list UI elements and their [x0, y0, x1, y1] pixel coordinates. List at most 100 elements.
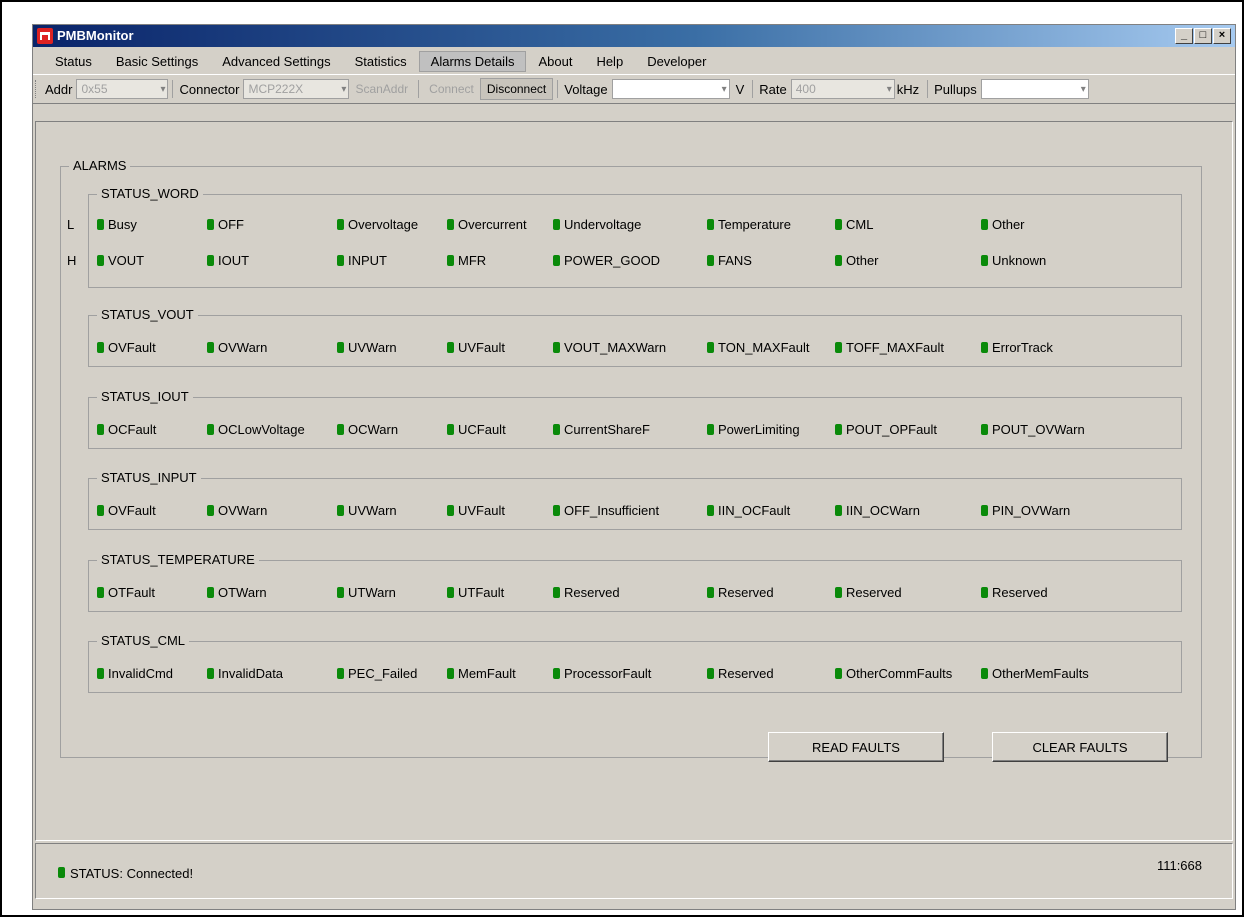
status-group-0: STATUS_WORD L Busy OFF Overvoltage Overcurren…: [67, 186, 1182, 288]
alarm-indicator: OTFault: [97, 585, 155, 600]
alarm-led-icon: [553, 255, 560, 266]
alarm-led-icon: [447, 505, 454, 516]
window-controls: _ □ ×: [1174, 28, 1231, 44]
alarm-label: PowerLimiting: [718, 422, 800, 437]
menu-about[interactable]: About: [526, 51, 584, 72]
alarm-led-icon: [553, 505, 560, 516]
alarm-led-icon: [835, 424, 842, 435]
alarm-indicator: POWER_GOOD: [553, 253, 660, 268]
alarm-indicator: CML: [835, 217, 873, 232]
alarm-indicator: Reserved: [835, 585, 902, 600]
alarm-label: OVFault: [108, 503, 156, 518]
alarm-indicator: OtherCommFaults: [835, 666, 952, 681]
menu-status[interactable]: Status: [43, 51, 104, 72]
connector-combo[interactable]: MCP222X ▾: [243, 79, 350, 99]
alarm-indicator: UVWarn: [337, 503, 397, 518]
menu-bar: Status Basic Settings Advanced Settings …: [33, 49, 1235, 73]
scan-addr-button[interactable]: ScanAddr: [349, 78, 414, 100]
alarms-title: ALARMS: [69, 158, 131, 173]
toolbar-separator: [172, 80, 174, 98]
alarm-indicator: Reserved: [707, 585, 774, 600]
alarm-label: UVWarn: [348, 503, 397, 518]
alarm-label: PIN_OVWarn: [992, 503, 1071, 518]
alarm-label: Temperature: [718, 217, 791, 232]
alarm-label: IIN_OCWarn: [846, 503, 920, 518]
addr-combo[interactable]: 0x55 ▾: [76, 79, 169, 99]
alarm-led-icon: [835, 587, 842, 598]
alarm-indicator: POUT_OPFault: [835, 422, 937, 437]
alarm-indicator: Busy: [97, 217, 137, 232]
alarm-label: InvalidCmd: [108, 666, 174, 681]
rate-combo[interactable]: 400 ▾: [790, 79, 895, 99]
alarm-indicator: PEC_Failed: [337, 666, 417, 681]
alarm-indicator: OCFault: [97, 422, 156, 437]
read-faults-button[interactable]: READ FAULTS: [768, 732, 944, 762]
alarm-label: POUT_OVWarn: [992, 422, 1085, 437]
alarm-indicator: OFF: [207, 217, 244, 232]
alarm-label: Reserved: [718, 666, 774, 681]
alarm-indicator: PIN_OVWarn: [981, 503, 1070, 518]
alarm-label: UVFault: [458, 503, 505, 518]
alarm-label: OtherCommFaults: [846, 666, 953, 681]
menu-statistics[interactable]: Statistics: [343, 51, 419, 72]
menu-advanced-settings[interactable]: Advanced Settings: [210, 51, 342, 72]
alarm-label: OVFault: [108, 340, 156, 355]
alarm-label: OCLowVoltage: [218, 422, 305, 437]
close-icon[interactable]: ×: [1213, 28, 1231, 44]
menu-help[interactable]: Help: [584, 51, 635, 72]
alarm-led-icon: [97, 668, 104, 679]
pullups-combo[interactable]: ▾: [980, 79, 1089, 99]
status-group-4: STATUS_TEMPERATURE OTFault OTWarn UTWarn UTF…: [88, 552, 1182, 612]
alarm-label: OTFault: [108, 585, 155, 600]
alarm-led-icon: [553, 668, 560, 679]
alarm-led-icon: [981, 342, 988, 353]
maximize-icon[interactable]: □: [1194, 28, 1212, 44]
alarm-label: OTWarn: [218, 585, 267, 600]
screenshot-frame: PMBMonitor _ □ × Status Basic Settings A…: [0, 0, 1244, 917]
alarm-label: Overcurrent: [458, 217, 527, 232]
alarm-led-icon: [553, 424, 560, 435]
menu-alarms-details[interactable]: Alarms Details: [418, 50, 527, 72]
voltage-combo[interactable]: ▾: [611, 79, 730, 99]
alarm-led-icon: [981, 424, 988, 435]
alarm-led-icon: [707, 505, 714, 516]
alarm-label: ErrorTrack: [992, 340, 1053, 355]
alarm-label: OVWarn: [218, 503, 268, 518]
clear-faults-button[interactable]: CLEAR FAULTS: [992, 732, 1168, 762]
alarm-indicator: OVFault: [97, 503, 156, 518]
alarm-led-icon: [337, 424, 344, 435]
alarm-indicator: Other: [835, 253, 879, 268]
alarm-indicator: InvalidData: [207, 666, 283, 681]
status-group-title: STATUS_WORD: [97, 186, 203, 201]
alarm-label: CurrentShareF: [564, 422, 650, 437]
row-label: L: [67, 217, 75, 232]
alarm-indicator: IOUT: [207, 253, 249, 268]
alarm-indicator: VOUT_MAXWarn: [553, 340, 666, 355]
alarm-label: UVFault: [458, 340, 505, 355]
connector-value: MCP222X: [248, 82, 304, 96]
menu-developer[interactable]: Developer: [635, 51, 718, 72]
minimize-icon[interactable]: _: [1175, 28, 1193, 44]
window-title: PMBMonitor: [57, 28, 134, 43]
alarm-label: ProcessorFault: [564, 666, 652, 681]
alarm-led-icon: [447, 219, 454, 230]
alarm-indicator: ErrorTrack: [981, 340, 1053, 355]
alarm-label: OtherMemFaults: [992, 666, 1089, 681]
alarm-indicator: Undervoltage: [553, 217, 641, 232]
alarm-led-icon: [835, 505, 842, 516]
alarm-indicator: Temperature: [707, 217, 791, 232]
toolbar-separator: [752, 80, 754, 98]
alarm-led-icon: [835, 668, 842, 679]
rate-value: 400: [795, 82, 816, 96]
alarm-label: OCFault: [108, 422, 157, 437]
alarm-indicator: INPUT: [337, 253, 387, 268]
disconnect-button[interactable]: Disconnect: [479, 78, 554, 100]
menu-basic-settings[interactable]: Basic Settings: [104, 51, 210, 72]
chevron-down-icon: ▾: [721, 83, 727, 95]
connect-button[interactable]: Connect: [423, 78, 480, 100]
status-group-title: STATUS_INPUT: [97, 470, 201, 485]
alarm-led-icon: [207, 424, 214, 435]
toolbar-grip[interactable]: [35, 80, 39, 98]
alarm-led-icon: [207, 219, 214, 230]
alarm-label: OFF_Insufficient: [564, 503, 660, 518]
